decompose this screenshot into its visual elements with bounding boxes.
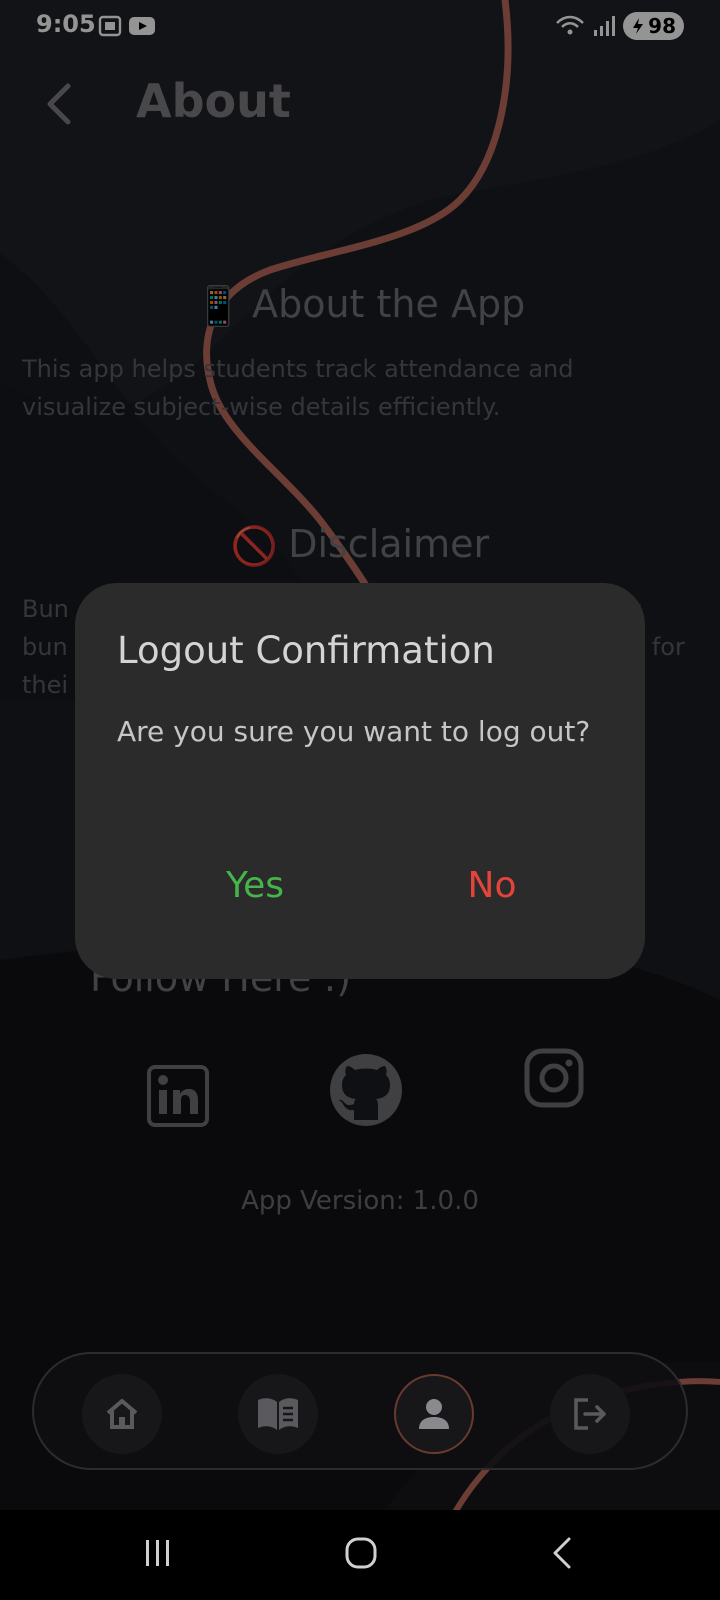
nav-home[interactable] bbox=[82, 1374, 162, 1454]
nav-logout[interactable] bbox=[550, 1374, 630, 1454]
nav-profile[interactable] bbox=[394, 1374, 474, 1454]
recent-apps-button[interactable] bbox=[142, 1538, 174, 1568]
no-button[interactable]: No bbox=[437, 865, 547, 906]
home-button[interactable] bbox=[344, 1536, 378, 1570]
yes-button[interactable]: Yes bbox=[195, 865, 315, 906]
dialog-title: Logout Confirmation bbox=[117, 629, 495, 672]
profile-icon bbox=[419, 1399, 449, 1429]
home-icon bbox=[106, 1399, 138, 1429]
system-back-button[interactable] bbox=[550, 1536, 574, 1570]
about-screen: 9:05 98 About 📱 About the App This app he… bbox=[0, 0, 720, 1600]
book-icon bbox=[258, 1398, 298, 1430]
logout-icon bbox=[574, 1398, 606, 1430]
logout-dialog: Logout Confirmation Are you sure you wan… bbox=[75, 583, 645, 979]
nav-subjects[interactable] bbox=[238, 1374, 318, 1454]
dialog-message: Are you sure you want to log out? bbox=[117, 715, 591, 748]
bottom-nav bbox=[32, 1352, 688, 1470]
system-nav-bar bbox=[0, 1510, 720, 1600]
